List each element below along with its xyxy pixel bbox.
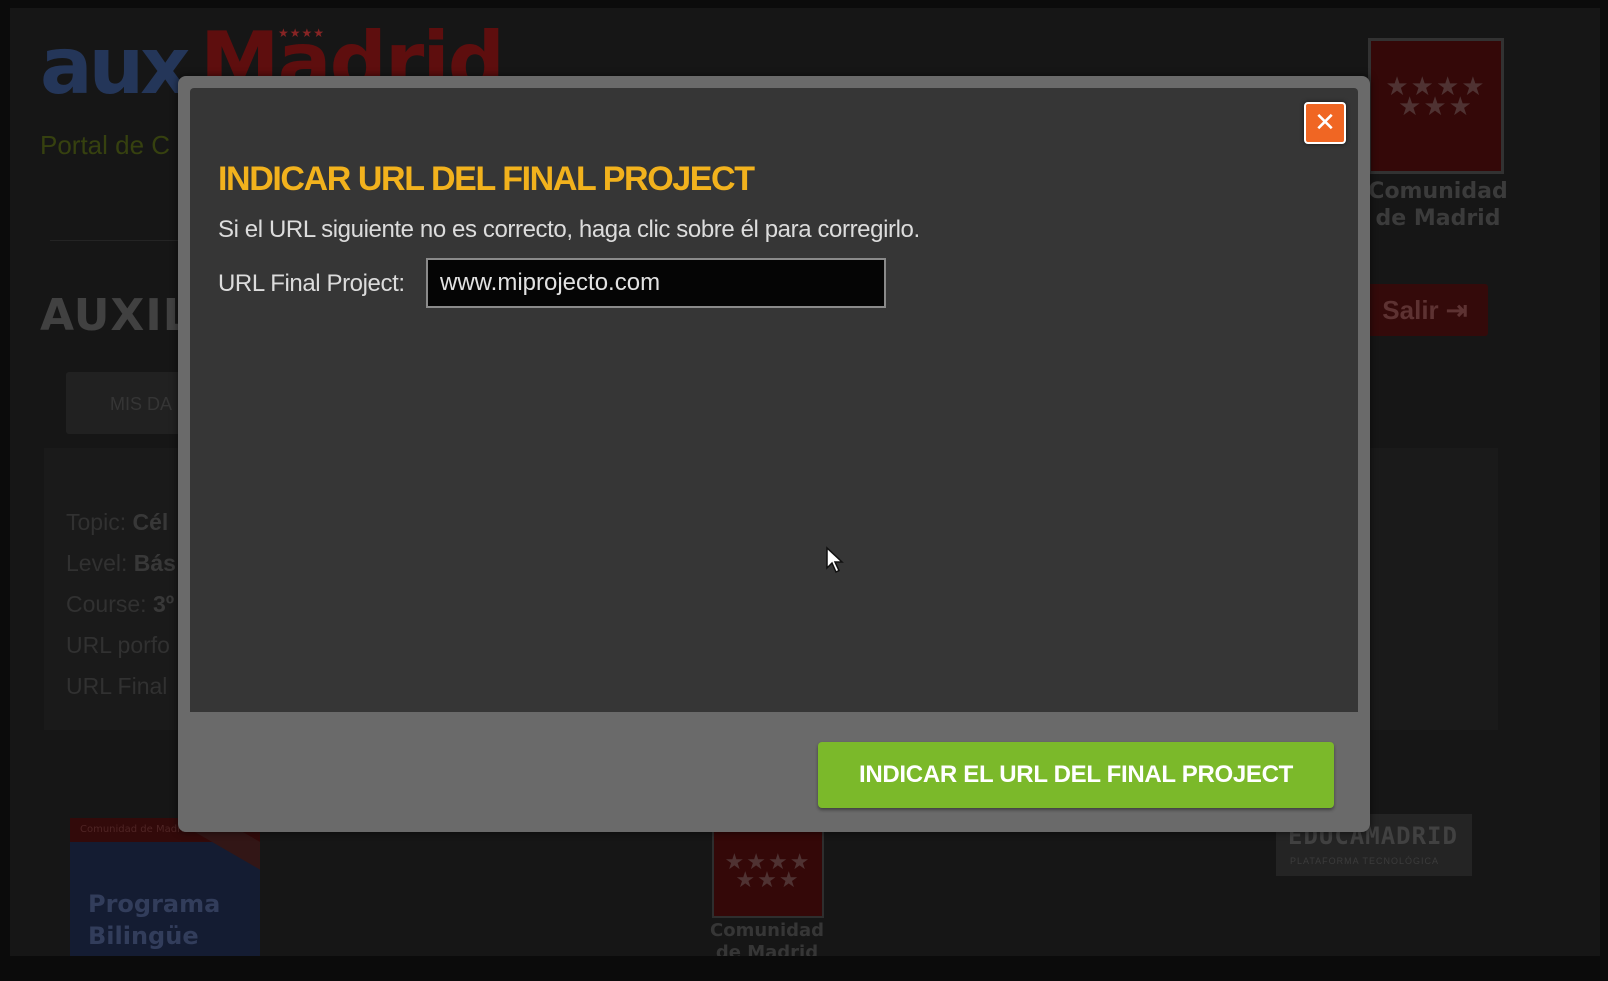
close-icon: ✕ <box>1314 108 1336 138</box>
footer-crest-stars-icon: ★★★★ ★★★ <box>724 850 812 893</box>
background-page: aux Madrid ★★★★ Portal de C AUXIL MIS DA… <box>10 8 1600 956</box>
submit-url-button[interactable]: INDICAR EL URL DEL FINAL PROJECT <box>818 742 1334 808</box>
logo-part-aux: aux <box>40 22 190 112</box>
footer-comunidad-crest[interactable]: ★★★★ ★★★ <box>712 830 824 918</box>
info-row-topic: Topic: Cél <box>66 509 169 535</box>
info-row-course: Course: 3º <box>66 591 175 617</box>
info-row-url-final: URL Final <box>66 673 168 699</box>
bilingue-text: Programa Bilingüe <box>88 890 221 950</box>
page-title: AUXIL <box>40 290 192 341</box>
tab-mis-datos-label: MIS DA <box>110 394 173 414</box>
final-project-url-input[interactable] <box>426 258 886 308</box>
mouse-pointer-icon <box>826 546 844 574</box>
crest-stars-icon: ★★★★ ★★★ <box>1385 72 1487 122</box>
close-button[interactable]: ✕ <box>1304 102 1346 144</box>
logout-icon: ⇥ <box>1445 295 1468 325</box>
logo-subtitle: Portal de C <box>40 130 171 160</box>
info-row-url-portfolio: URL porfo <box>66 632 170 658</box>
footer-crest-caption: Comunidad de Madrid <box>710 920 825 956</box>
final-project-url-dialog: INDICAR URL DEL FINAL PROJECT Si el URL … <box>178 76 1370 832</box>
dialog-description: Si el URL siguiente no es correcto, haga… <box>218 216 920 243</box>
comunidad-madrid-crest: ★★★★ ★★★ <box>1368 38 1504 174</box>
logout-button[interactable]: Salir ⇥ <box>1362 284 1488 336</box>
dialog-body: INDICAR URL DEL FINAL PROJECT Si el URL … <box>190 88 1358 712</box>
dialog-title: INDICAR URL DEL FINAL PROJECT <box>218 160 755 198</box>
info-row-level: Level: Bás <box>66 550 176 576</box>
logout-label: Salir <box>1382 295 1439 325</box>
url-field-label: URL Final Project: <box>218 270 405 297</box>
logo-stars-icon: ★★★★ <box>278 26 326 40</box>
info-list: Topic: Cél Level: Bás Course: 3º URL por… <box>66 502 176 707</box>
crest-caption: Comunidad de Madrid <box>1368 179 1508 231</box>
educa-subtitle: PLATAFORMA TECNOLÓGICA <box>1290 856 1440 866</box>
programa-bilingue-logo[interactable]: Comunidad de Madrid Programa Bilingüe <box>70 818 260 956</box>
